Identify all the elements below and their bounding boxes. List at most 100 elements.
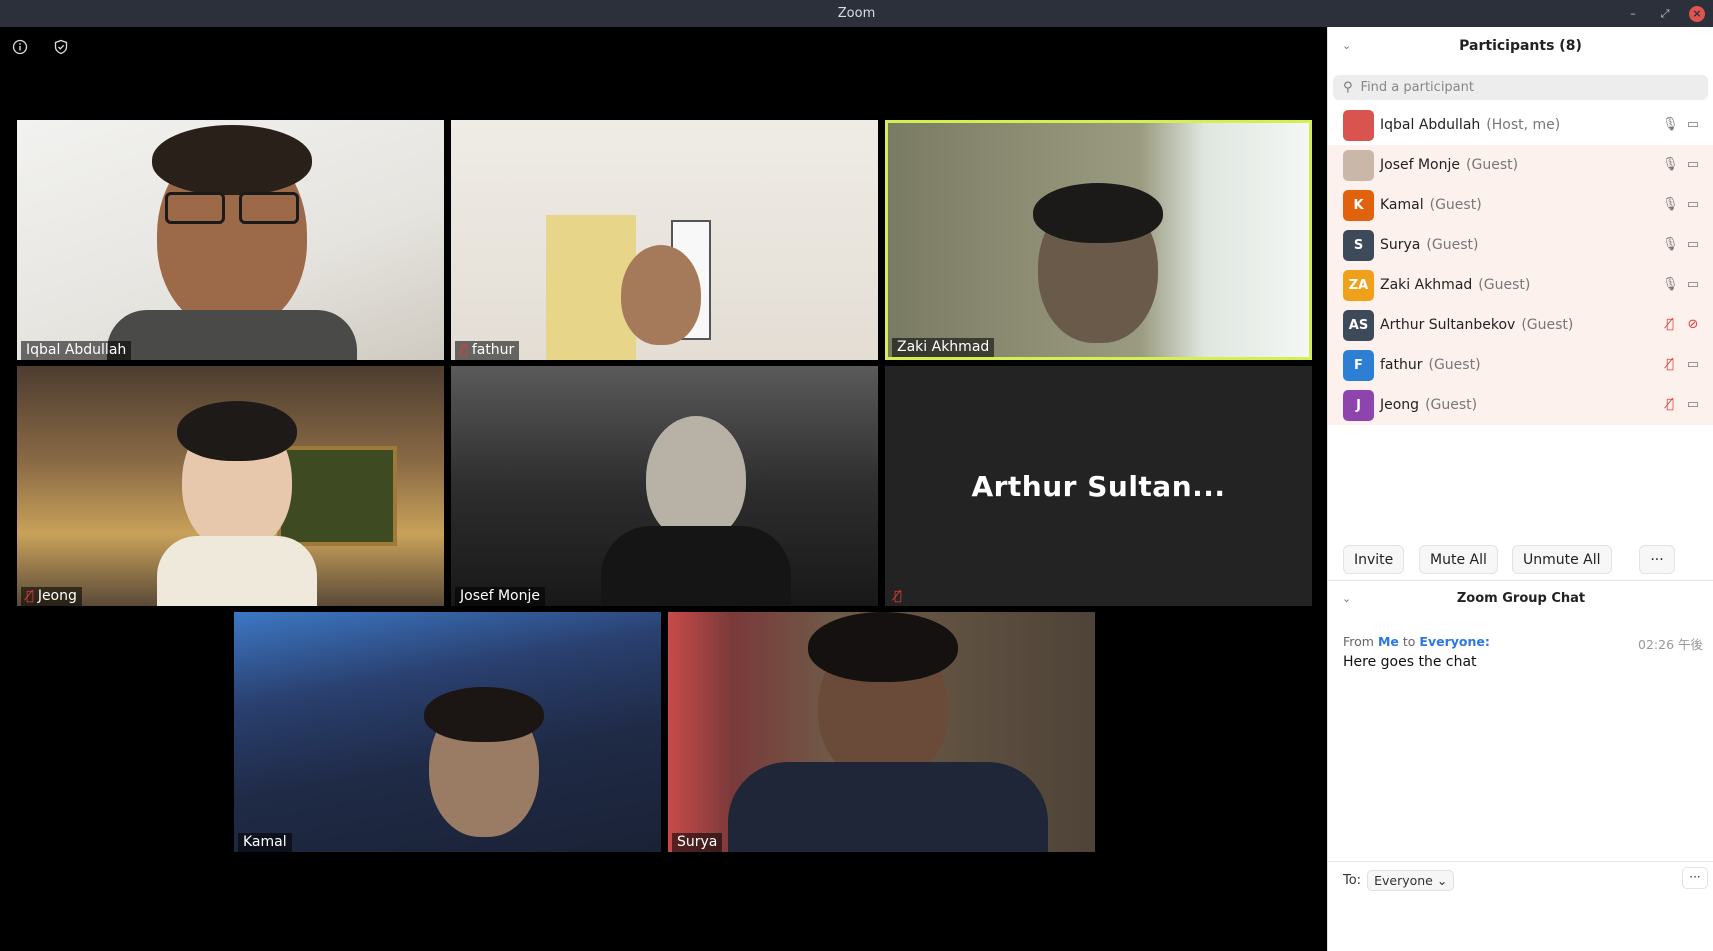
participant-name: Iqbal Abdullah: [1380, 117, 1481, 133]
video-tile[interactable]: Surya: [668, 612, 1095, 852]
mic-icon[interactable]: 🎙: [1662, 157, 1679, 173]
participant-row[interactable]: AS Arthur Sultanbekov (Guest) 🎙̸ ⊘: [1328, 305, 1713, 345]
participant-role: (Guest): [1426, 237, 1479, 253]
mic-muted-icon[interactable]: 🎙̸: [1662, 397, 1678, 413]
avatar: [1343, 109, 1374, 141]
mic-icon[interactable]: 🎙: [1662, 117, 1679, 133]
participant-role: (Guest): [1466, 157, 1519, 173]
avatar: ZA: [1343, 269, 1374, 301]
muted-mic-icon: 🎙̸: [460, 342, 468, 358]
shield-icon[interactable]: [53, 39, 69, 55]
muted-mic-icon: 🎙̸: [26, 588, 34, 604]
chat-title: Zoom Group Chat: [1456, 591, 1586, 606]
mic-icon[interactable]: 🎙: [1662, 277, 1679, 293]
participant-row[interactable]: J Jeong (Guest) 🎙̸ ▭: [1328, 385, 1713, 425]
camera-icon[interactable]: ▭: [1685, 157, 1701, 173]
participant-name: Kamal: [1380, 197, 1424, 213]
window-titlebar: Zoom – ⤢ ×: [0, 0, 1713, 27]
participant-display-name: Arthur Sultan...: [971, 470, 1226, 503]
chat-timestamp: 02:26 午後: [1638, 637, 1703, 652]
participant-row[interactable]: ZA Zaki Akhmad (Guest) 🎙 ▭: [1328, 265, 1713, 305]
tile-name-label: Josef Monje: [455, 587, 546, 606]
chat-more-button[interactable]: ···: [1682, 867, 1708, 889]
participants-title: Participants (8): [1459, 38, 1582, 54]
participant-actions: Invite Mute All Unmute All ···: [1328, 545, 1713, 575]
tile-name-label: 🎙̸ Jeong: [21, 587, 82, 606]
tile-name-label: Iqbal Abdullah: [21, 341, 132, 360]
invite-button[interactable]: Invite: [1343, 545, 1405, 574]
recipient-select[interactable]: Everyone ⌄: [1367, 870, 1455, 891]
camera-off-icon[interactable]: ⊘: [1685, 317, 1701, 333]
camera-icon[interactable]: ▭: [1685, 277, 1701, 293]
avatar: S: [1343, 229, 1374, 261]
video-tile[interactable]: Josef Monje: [451, 366, 878, 606]
maximize-icon[interactable]: ⤢: [1657, 6, 1673, 22]
tile-name-label: 🎙̸: [889, 588, 907, 606]
avatar: J: [1343, 389, 1374, 421]
camera-icon[interactable]: ▭: [1685, 237, 1701, 253]
info-icon[interactable]: [12, 39, 28, 55]
participant-name: Josef Monje: [1380, 157, 1461, 173]
tile-name-label: 🎙̸ fathur: [455, 341, 520, 360]
chat-message-text: Here goes the chat: [1343, 654, 1477, 670]
video-tile-active-speaker[interactable]: Zaki Akhmad: [885, 120, 1312, 360]
chat-message: From Me to Everyone: 02:26 午後 Here goes …: [1343, 634, 1703, 670]
participant-role: (Guest): [1429, 197, 1482, 213]
muted-mic-icon: 🎙̸: [894, 589, 902, 604]
minimize-icon[interactable]: –: [1625, 6, 1641, 22]
close-icon[interactable]: ×: [1689, 6, 1705, 22]
participant-search[interactable]: ⚲: [1333, 75, 1708, 100]
participant-role: (Guest): [1428, 357, 1481, 373]
tile-name-label: Zaki Akhmad: [892, 338, 995, 357]
participant-row[interactable]: Josef Monje (Guest) 🎙 ▭: [1328, 145, 1713, 185]
video-gallery: Iqbal Abdullah 🎙̸ fathur Zaki Akhmad 🎙̸ Je…: [0, 27, 1327, 951]
participant-row[interactable]: Iqbal Abdullah (Host, me) 🎙 ▭: [1328, 105, 1713, 145]
to-label: To:: [1343, 873, 1362, 888]
video-tile[interactable]: Kamal: [234, 612, 661, 852]
video-tile[interactable]: 🎙̸ Jeong: [17, 366, 444, 606]
more-options-button[interactable]: ···: [1639, 545, 1675, 574]
mic-muted-icon[interactable]: 🎙̸: [1662, 357, 1678, 373]
participant-row[interactable]: F fathur (Guest) 🎙̸ ▭: [1328, 345, 1713, 385]
participant-name: Arthur Sultanbekov: [1380, 317, 1516, 333]
mic-muted-icon[interactable]: 🎙̸: [1662, 317, 1678, 333]
video-tile[interactable]: 🎙̸ fathur: [451, 120, 878, 360]
participant-row[interactable]: K Kamal (Guest) 🎙 ▭: [1328, 185, 1713, 225]
avatar: K: [1343, 189, 1374, 221]
participant-role: (Guest): [1478, 277, 1531, 293]
divider: [1328, 861, 1713, 862]
tile-name-label: Surya: [672, 833, 723, 852]
camera-icon[interactable]: ▭: [1685, 397, 1701, 413]
camera-icon[interactable]: ▭: [1685, 357, 1701, 373]
participant-name: Surya: [1380, 237, 1421, 253]
window-title: Zoom: [837, 6, 876, 21]
chat-recipient: Everyone:: [1419, 634, 1490, 649]
camera-icon[interactable]: ▭: [1685, 117, 1701, 133]
chevron-down-icon: ⌄: [1436, 873, 1448, 888]
avatar: F: [1343, 349, 1374, 381]
camera-icon[interactable]: ▭: [1685, 197, 1701, 213]
avatar: [1343, 149, 1374, 181]
tile-name-label: Kamal: [238, 833, 292, 852]
chat-recipient-row: To: Everyone ⌄: [1343, 870, 1455, 891]
participants-panel: ⌄ Participants (8) ⚲ Iqbal Abdullah (Hos…: [1327, 27, 1713, 951]
participant-name: Zaki Akhmad: [1380, 277, 1473, 293]
participant-role: (Guest): [1521, 317, 1574, 333]
divider: [1328, 580, 1713, 581]
mic-icon[interactable]: 🎙: [1662, 197, 1679, 213]
chat-sender: Me: [1377, 634, 1399, 649]
chat-header: ⌄ Zoom Group Chat: [1328, 584, 1713, 614]
participant-role: (Host, me): [1486, 117, 1561, 133]
unmute-all-button[interactable]: Unmute All: [1512, 545, 1612, 574]
mute-all-button[interactable]: Mute All: [1419, 545, 1498, 574]
video-tile[interactable]: Iqbal Abdullah: [17, 120, 444, 360]
mic-icon[interactable]: 🎙: [1662, 237, 1679, 253]
participant-name: Jeong: [1380, 397, 1420, 413]
participant-list: Iqbal Abdullah (Host, me) 🎙 ▭ Josef Monj…: [1328, 105, 1713, 425]
avatar: AS: [1343, 309, 1374, 341]
video-tile-camera-off[interactable]: Arthur Sultan... 🎙̸: [885, 366, 1312, 606]
participant-row[interactable]: S Surya (Guest) 🎙 ▭: [1328, 225, 1713, 265]
search-input[interactable]: [1360, 80, 1681, 95]
participants-header: ⌄ Participants (8): [1328, 27, 1713, 67]
search-icon: ⚲: [1343, 80, 1353, 95]
